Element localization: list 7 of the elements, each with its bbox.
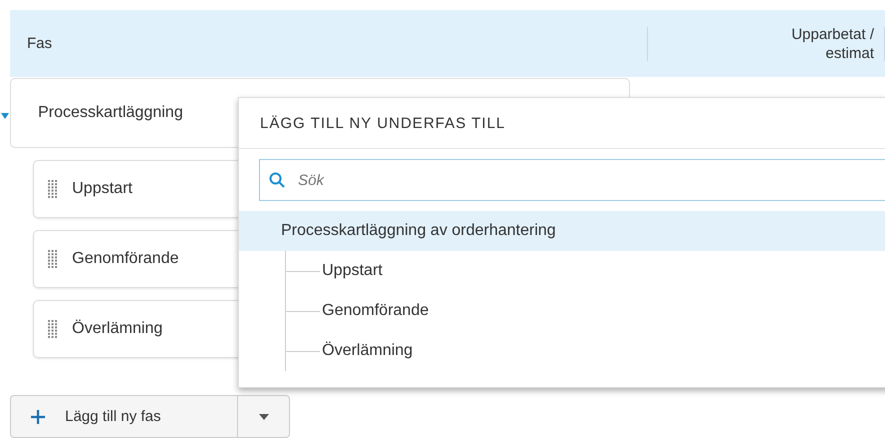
popup-title: LÄGG TILL NY UNDERFAS TILL <box>239 98 885 149</box>
column-header: Upparbetat / estimat <box>790 24 875 62</box>
column-header: Fas <box>26 35 54 52</box>
subphase-name: Genomförande <box>72 250 179 268</box>
subphase-name: Uppstart <box>72 180 132 198</box>
phase-name: Processkartläggning <box>38 104 183 122</box>
subphase-name: Överlämning <box>72 320 163 338</box>
